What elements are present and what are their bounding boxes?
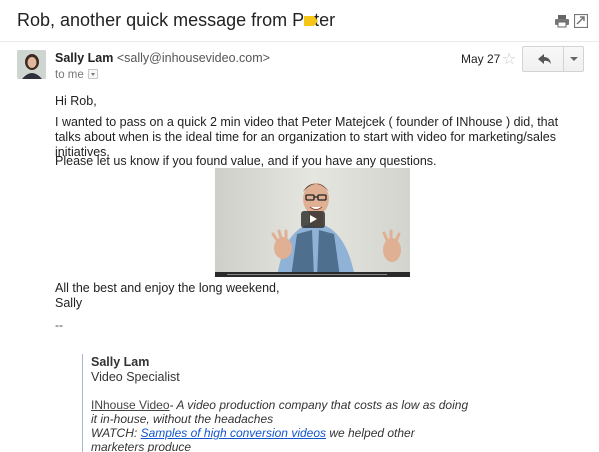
reply-button[interactable] bbox=[523, 47, 564, 71]
email-signature: Sally Lam Video Specialist INhouse Video… bbox=[82, 354, 482, 452]
important-label-icon[interactable] bbox=[304, 16, 318, 26]
video-thumbnail[interactable] bbox=[215, 168, 410, 277]
subject-bar: Rob, another quick message from Peter bbox=[0, 0, 599, 42]
signoff-line: All the best and enjoy the long weekend, bbox=[55, 281, 280, 295]
body-paragraph: Please let us know if you found value, a… bbox=[55, 154, 437, 168]
company-link[interactable]: INhouse Video bbox=[91, 398, 170, 412]
recipient-label: to me bbox=[55, 69, 84, 81]
watch-label: WATCH: bbox=[91, 426, 141, 440]
reply-button-group bbox=[522, 46, 584, 72]
star-icon[interactable]: ☆ bbox=[502, 49, 516, 69]
signature-watch: WATCH: Samples of high conversion videos… bbox=[91, 426, 471, 452]
sender-email: <sally@inhousevideo.com> bbox=[116, 51, 270, 65]
signoff: All the best and enjoy the long weekend,… bbox=[55, 281, 279, 311]
sender-line: Sally Lam <sally@inhousevideo.com> bbox=[55, 51, 270, 65]
sender-avatar[interactable] bbox=[17, 50, 46, 79]
signature-separator: -- bbox=[55, 318, 63, 332]
more-options-button[interactable] bbox=[564, 47, 584, 71]
signoff-name: Sally bbox=[55, 296, 83, 310]
signature-tagline: INhouse Video- A video production compan… bbox=[91, 398, 471, 426]
print-icon[interactable] bbox=[555, 14, 569, 28]
video-progress-bar[interactable] bbox=[215, 272, 410, 277]
email-subject: Rob, another quick message from Peter bbox=[17, 10, 336, 30]
samples-link[interactable]: Samples of high conversion videos bbox=[141, 426, 326, 440]
signature-name: Sally Lam bbox=[91, 355, 150, 369]
sender-name[interactable]: Sally Lam bbox=[55, 51, 113, 65]
recipient-details-toggle[interactable] bbox=[87, 69, 98, 79]
greeting: Hi Rob, bbox=[55, 94, 97, 108]
recipient-line: to me bbox=[55, 69, 98, 81]
avatar-photo bbox=[17, 50, 46, 79]
signature-title: Video Specialist bbox=[91, 370, 180, 384]
message-date: May 27 bbox=[461, 52, 501, 66]
new-window-icon[interactable] bbox=[574, 14, 588, 28]
reply-icon bbox=[538, 54, 551, 64]
play-icon[interactable] bbox=[301, 211, 325, 228]
